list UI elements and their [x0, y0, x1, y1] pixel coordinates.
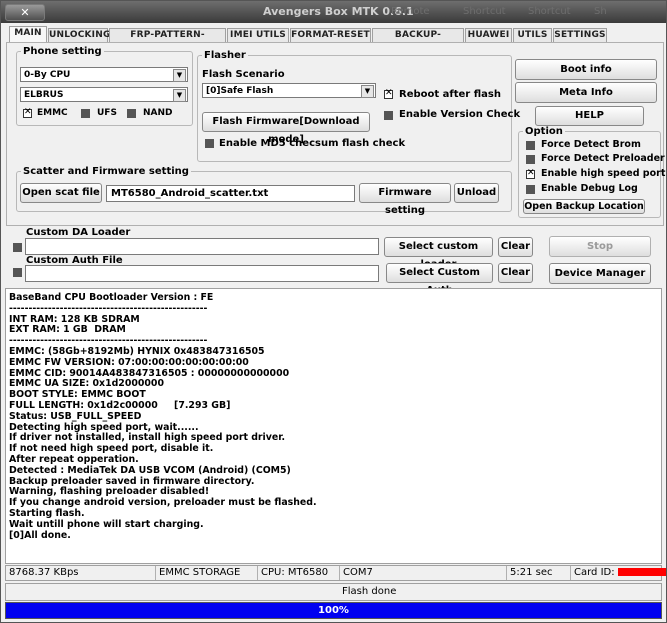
ghost-menu-remote: Remote: [391, 6, 430, 17]
status-bar: 8768.37 KBps EMMC STORAGE CPU: MT6580 CO…: [5, 565, 666, 581]
cpu-select[interactable]: 0-By CPU ▼: [20, 67, 188, 82]
progress-label: 100%: [318, 605, 349, 616]
tab-backup-restore[interactable]: BACKUP-RESTORE: [372, 28, 464, 53]
log-line: If you change android version, preloader…: [9, 497, 317, 509]
force-detect-brom-checkbox[interactable]: [526, 141, 535, 150]
storage-type: EMMC STORAGE: [156, 566, 258, 580]
log-line: Wait untill phone will start charging.: [9, 518, 204, 530]
reboot-after-flash-checkbox[interactable]: [384, 88, 393, 99]
tab-imei-utils[interactable]: IMEI UTILS: [227, 28, 289, 42]
log-line: Detected : MediaTek DA USB VCOM (Android…: [9, 464, 291, 476]
flash-scenario-value: [0]Safe Flash: [206, 86, 274, 96]
debug-log-label: Enable Debug Log: [541, 183, 638, 194]
scatter-file-field[interactable]: MT6580_Android_scatter.txt: [106, 185, 355, 202]
log-line: EMMC FW VERSION: 07:00:00:00:00:00:00:00: [9, 356, 249, 368]
nand-label: NAND: [143, 108, 173, 118]
custom-da-label: Custom DA Loader: [26, 227, 131, 238]
meta-info-button[interactable]: Meta Info: [515, 82, 657, 103]
firmware-setting-button[interactable]: Firmware setting: [359, 183, 451, 216]
stop-button[interactable]: Stop: [549, 236, 651, 257]
message-bar: Flash done: [5, 583, 662, 601]
open-scatter-button[interactable]: Open scat file: [20, 183, 102, 203]
version-check-label: Enable Version Check: [399, 109, 521, 120]
flash-firmware-button[interactable]: Flash Firmware[Download mode]: [202, 112, 370, 145]
custom-da-field[interactable]: [25, 238, 379, 255]
tab-huawei[interactable]: HUAWEI: [465, 28, 512, 42]
device-manager-button[interactable]: Device Manager: [549, 263, 651, 284]
reboot-after-flash-label: Reboot after flash: [399, 89, 501, 100]
ufs-label: UFS: [97, 108, 117, 118]
log-line: Status: USB_FULL_SPEED: [9, 410, 142, 422]
close-button[interactable]: ✕: [5, 4, 45, 21]
phone-setting-legend: Phone setting: [23, 46, 102, 57]
chevron-down-icon[interactable]: ▼: [173, 89, 186, 102]
chevron-down-icon[interactable]: ▼: [173, 69, 186, 82]
tab-unlocking[interactable]: UNLOCKING: [48, 28, 110, 42]
log-output[interactable]: BaseBand CPU Bootloader Version : FE ---…: [5, 288, 662, 564]
emmc-label: EMMC: [37, 108, 68, 118]
flash-scenario-select[interactable]: [0]Safe Flash ▼: [202, 83, 376, 98]
progress-bar: 100%: [5, 602, 662, 619]
force-detect-preloader-checkbox[interactable]: [526, 155, 535, 164]
tab-utils[interactable]: UTILS: [513, 28, 552, 42]
tab-frp-pattern-privacy[interactable]: FRP-PATTERN-PRIVACY: [109, 28, 226, 53]
force-detect-preloader-label: Force Detect Preloader: [541, 153, 665, 164]
select-custom-loader-button[interactable]: Select custom loader: [384, 237, 493, 270]
high-speed-port-checkbox[interactable]: [526, 168, 535, 179]
boot-info-button[interactable]: Boot info: [515, 59, 657, 80]
nand-radio[interactable]: [127, 109, 136, 118]
custom-auth-field[interactable]: [25, 265, 379, 282]
log-line: [0]All done.: [9, 529, 71, 541]
tab-main[interactable]: MAIN: [9, 26, 47, 42]
ghost-menu-shortcut-1: Shortcut: [463, 6, 506, 17]
md5-check-label: Enable MD5 checsum flash check: [219, 138, 406, 149]
model-select[interactable]: ELBRUS ▼: [20, 87, 188, 102]
custom-da-checkbox[interactable]: [13, 243, 22, 252]
high-speed-port-label: Enable high speed port: [541, 168, 666, 179]
version-check-checkbox[interactable]: [384, 111, 393, 120]
tab-settings[interactable]: SETTINGS: [553, 28, 607, 42]
title-bar[interactable]: ✕ Avengers Box MTK 0.6.1 Remote Shortcut…: [1, 1, 666, 23]
option-legend: Option: [525, 126, 563, 137]
card-id-redaction: [617, 568, 666, 576]
select-custom-auth-button[interactable]: Select Custom Auth: [386, 263, 493, 296]
main-panel: Phone setting 0-By CPU ▼ ELBRUS ▼ EMMC U…: [6, 42, 666, 226]
flasher-legend: Flasher: [204, 50, 246, 61]
cpu-status: CPU: MT6580: [258, 566, 340, 580]
elapsed-time: 5:21 sec: [507, 566, 571, 580]
debug-log-checkbox[interactable]: [526, 185, 535, 194]
model-select-value: ELBRUS: [24, 90, 64, 100]
chevron-down-icon[interactable]: ▼: [361, 85, 374, 98]
help-button[interactable]: HELP: [535, 106, 644, 126]
ghost-menu-sh: Sh: [594, 6, 607, 17]
custom-auth-checkbox[interactable]: [13, 268, 22, 277]
md5-check-checkbox[interactable]: [205, 139, 214, 148]
force-detect-brom-label: Force Detect Brom: [541, 139, 641, 150]
emmc-radio[interactable]: [23, 107, 32, 118]
transfer-speed: 8768.37 KBps: [6, 566, 156, 580]
clear-auth-button[interactable]: Clear: [498, 263, 533, 283]
unload-button[interactable]: Unload: [454, 183, 499, 203]
card-id-label: Card ID:: [574, 567, 615, 578]
flash-scenario-label: Flash Scenario: [202, 69, 285, 80]
cpu-select-value: 0-By CPU: [24, 70, 71, 80]
clear-da-button[interactable]: Clear: [498, 237, 533, 257]
status-message: Flash done: [342, 586, 397, 597]
log-line: ----------------------------------------…: [9, 302, 208, 314]
card-id-cell: Card ID:: [571, 566, 666, 580]
port-status: COM7: [340, 566, 507, 580]
ghost-menu-shortcut-2: Shortcut: [528, 6, 571, 17]
open-backup-location-button[interactable]: Open Backup Location: [523, 199, 645, 214]
ufs-radio[interactable]: [81, 109, 90, 118]
tab-format-reset[interactable]: FORMAT-RESET: [290, 28, 371, 42]
app-window: ✕ Avengers Box MTK 0.6.1 Remote Shortcut…: [0, 0, 667, 623]
scatter-legend: Scatter and Firmware setting: [23, 166, 189, 177]
